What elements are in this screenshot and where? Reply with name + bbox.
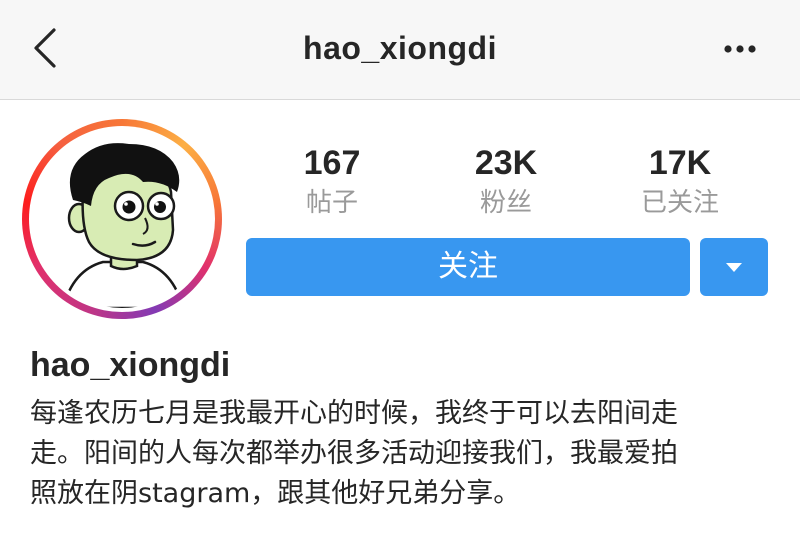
profile-username: hao_xiongdi	[30, 346, 231, 384]
profile-bio: 每逢农历七月是我最开心的时候，我终于可以去阳间走 走。阳间的人每次都举办很多活动…	[30, 394, 770, 514]
top-nav-bar: hao_xiongdi	[0, 0, 800, 100]
bio-line: 每逢农历七月是我最开心的时候，我终于可以去阳间走	[30, 398, 678, 429]
avatar-border	[29, 126, 215, 312]
avatar[interactable]	[22, 119, 222, 319]
follow-button[interactable]: 关注	[246, 238, 690, 296]
posts-stat[interactable]: 167 帖子	[252, 143, 412, 221]
following-count: 17K	[648, 144, 712, 182]
posts-count: 167	[303, 144, 361, 182]
followers-count: 23K	[474, 144, 538, 182]
suggested-accounts-dropdown-button[interactable]	[700, 238, 768, 296]
posts-label: 帖子	[305, 188, 358, 218]
followers-label: 粉丝	[479, 188, 532, 218]
caret-down-icon	[726, 263, 742, 272]
more-horizontal-icon	[724, 45, 756, 53]
followers-stat[interactable]: 23K 粉丝	[426, 143, 586, 221]
page-title: hao_xiongdi	[303, 30, 497, 66]
following-label: 已关注	[640, 188, 719, 218]
cartoon-character-avatar	[61, 143, 185, 308]
bio-line: 走。阳间的人每次都举办很多活动迎接我们，我最爱拍	[30, 438, 678, 469]
following-stat[interactable]: 17K 已关注	[600, 143, 760, 221]
more-options-button[interactable]	[716, 34, 764, 64]
bio-line: 照放在阴stagram，跟其他好兄弟分享。	[30, 478, 521, 509]
avatar-image	[33, 130, 211, 308]
